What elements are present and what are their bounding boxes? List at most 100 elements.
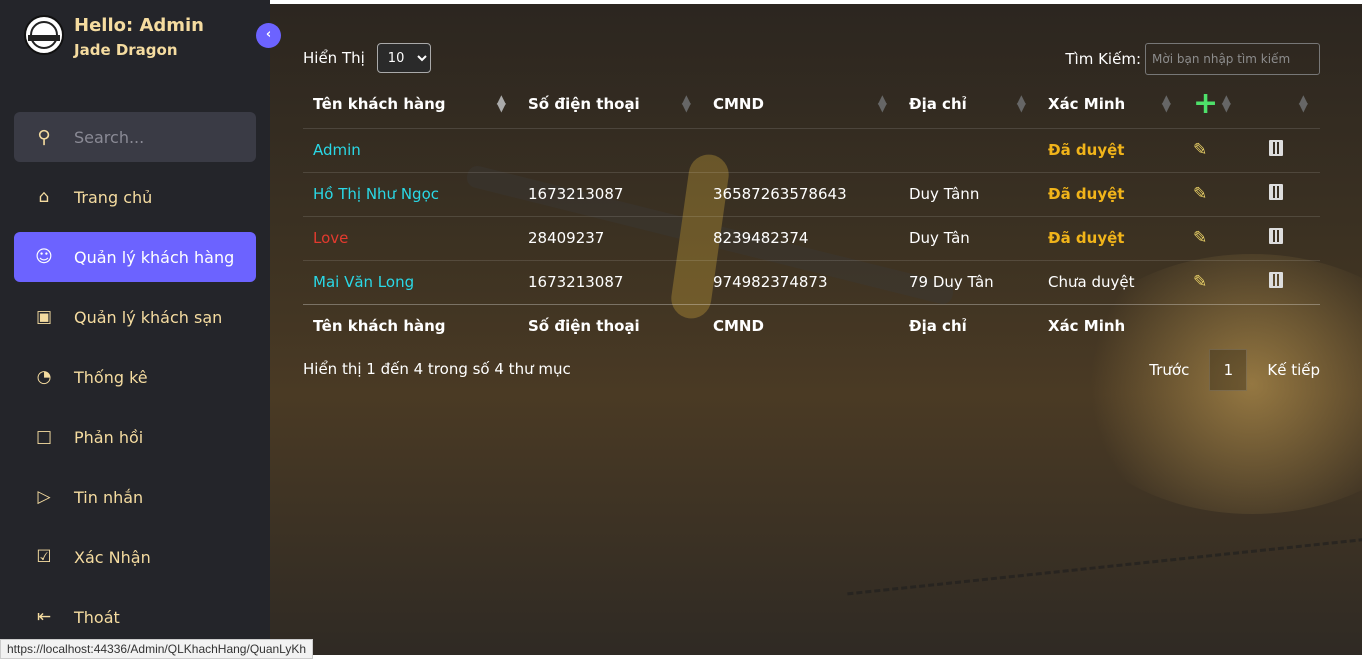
table-controls: Hiển Thị 10 Tìm Kiếm: xyxy=(303,43,1320,75)
sort-icon: ▲ ▼ xyxy=(681,92,691,114)
column-header-address[interactable]: Địa chỉ ▲ ▼ xyxy=(899,80,1038,128)
sidebar-item-label: Phản hồi xyxy=(74,427,144,447)
table-search: Tìm Kiếm: xyxy=(1065,43,1320,75)
table-row: Admin Đã duyệt ✎ xyxy=(303,127,1320,172)
table-row: Mai Văn Long 1673213087 974982374873 79 … xyxy=(303,259,1320,304)
home-icon: ⌂ xyxy=(38,187,50,207)
sidebar-item-phan-hoi[interactable]: □ Phản hồi xyxy=(14,412,256,462)
profile: Hello: Admin Jade Dragon xyxy=(24,15,204,63)
customer-address: Duy Tân xyxy=(899,215,1038,260)
column-header-verify[interactable]: Xác Minh ▲ ▼ xyxy=(1038,80,1183,128)
footer-header-phone: Số điện thoại xyxy=(518,303,703,348)
monitor-icon: ▣ xyxy=(35,307,53,327)
pagination-prev[interactable]: Trước xyxy=(1149,361,1189,379)
delete-trash-icon[interactable] xyxy=(1269,140,1283,156)
edit-cell: ✎ xyxy=(1183,171,1243,216)
verify-status: Đã duyệt xyxy=(1038,215,1183,260)
table-row: Hồ Thị Như Ngọc 1673213087 3658726357864… xyxy=(303,171,1320,216)
page-size-select[interactable]: 10 xyxy=(376,43,431,73)
sidebar-item-label: Quản lý khách hàng xyxy=(74,247,235,267)
customer-name[interactable]: Love xyxy=(303,215,518,260)
delete-cell xyxy=(1243,127,1320,172)
sort-icon: ▲ ▼ xyxy=(1016,92,1026,114)
page-size-control: Hiển Thị 10 xyxy=(303,43,431,73)
edit-pencil-icon[interactable]: ✎ xyxy=(1193,140,1207,160)
table-row: Love 28409237 8239482374 Duy Tân Đã duyệ… xyxy=(303,215,1320,260)
main-content: Hiển Thị 10 Tìm Kiếm: Tên khách hàng▲▼ S… xyxy=(270,4,1362,655)
footer-header-cmnd: CMND xyxy=(703,303,899,348)
add-customer-button[interactable]: + xyxy=(1193,86,1218,121)
verify-status: Đã duyệt xyxy=(1038,127,1183,172)
scrollbar[interactable] xyxy=(1362,0,1366,659)
delete-trash-icon[interactable] xyxy=(1269,184,1283,200)
profile-greeting: Hello: Admin xyxy=(74,15,204,36)
verify-status: Chưa duyệt xyxy=(1038,259,1183,304)
customer-address xyxy=(899,127,1038,172)
sidebar-item-xac-nhan[interactable]: ☑ Xác Nhận xyxy=(14,532,256,582)
sort-icon: ▲ ▼ xyxy=(1221,92,1231,114)
sidebar-search-input[interactable] xyxy=(74,127,244,147)
customer-name[interactable]: Admin xyxy=(303,127,518,172)
sidebar-item-label: Quản lý khách sạn xyxy=(74,307,223,327)
message-square-icon: □ xyxy=(35,427,53,447)
delete-cell xyxy=(1243,215,1320,260)
sort-icon: ▲ ▼ xyxy=(877,92,887,114)
table-search-input[interactable] xyxy=(1145,43,1320,75)
sidebar-item-thong-ke[interactable]: ◔ Thống kê xyxy=(14,352,256,402)
customer-phone xyxy=(518,127,703,172)
background-coastline xyxy=(847,538,1362,655)
log-out-icon: ⇤ xyxy=(36,607,52,627)
edit-cell: ✎ xyxy=(1183,127,1243,172)
edit-pencil-icon[interactable]: ✎ xyxy=(1193,272,1207,292)
sidebar-item-tin-nhan[interactable]: ▷ Tin nhắn xyxy=(14,472,256,522)
sidebar-search: ⚲ xyxy=(14,112,256,162)
footer-header-address: Địa chỉ xyxy=(899,303,1038,348)
delete-trash-icon[interactable] xyxy=(1269,272,1283,288)
customer-name[interactable]: Mai Văn Long xyxy=(303,259,518,304)
pagination-next[interactable]: Kế tiếp xyxy=(1267,361,1320,379)
customer-phone: 1673213087 xyxy=(518,259,703,304)
customer-name[interactable]: Hồ Thị Như Ngọc xyxy=(303,171,518,216)
customer-cmnd: 36587263578643 xyxy=(703,171,899,216)
sidebar-item-trang-chu[interactable]: ⌂ Trang chủ xyxy=(14,172,256,222)
pie-chart-icon: ◔ xyxy=(36,367,52,387)
customer-address: Duy Tânn xyxy=(899,171,1038,216)
column-header-cmnd[interactable]: CMND ▲ ▼ xyxy=(703,80,899,128)
customer-cmnd: 8239482374 xyxy=(703,215,899,260)
sort-icon: ▲ ▼ xyxy=(1298,92,1308,114)
sort-asc-icon: ▲ ▼ xyxy=(496,92,506,114)
sidebar-item-quan-ly-khach-hang[interactable]: ☺ Quản lý khách hàng xyxy=(14,232,256,282)
edit-cell: ✎ xyxy=(1183,259,1243,304)
user-x-icon: ☺ xyxy=(35,247,53,267)
send-icon: ▷ xyxy=(37,487,51,507)
pagination: Trước 1 Kế tiếp xyxy=(1149,349,1320,391)
footer-header-name: Tên khách hàng xyxy=(303,303,518,348)
profile-brand: Jade Dragon xyxy=(74,41,178,59)
edit-cell: ✎ xyxy=(1183,215,1243,260)
check-square-icon: ☑ xyxy=(36,547,52,567)
logo-icon xyxy=(24,15,64,55)
customer-table: Tên khách hàng ▲ ▼ Số điện thoại ▲ ▼ CMND ▲ ▼ … xyxy=(303,80,1320,348)
table-header-row: Tên khách hàng ▲ ▼ Số điện thoại ▲ ▼ CMND ▲ ▼ … xyxy=(303,80,1320,128)
sidebar: Hello: Admin Jade Dragon ⚲ ⌂ Trang chủ ☺… xyxy=(0,0,270,659)
column-header-add: + ▲ ▼ xyxy=(1183,80,1243,128)
delete-cell xyxy=(1243,171,1320,216)
table-info: Hiển thị 1 đến 4 trong số 4 thư mục xyxy=(303,360,571,378)
edit-pencil-icon[interactable]: ✎ xyxy=(1193,228,1207,248)
table-search-label: Tìm Kiếm: xyxy=(1065,50,1141,68)
pagination-page-1[interactable]: 1 xyxy=(1209,349,1248,391)
sidebar-item-label: Thoát xyxy=(74,607,120,627)
sidebar-item-thoat[interactable]: ⇤ Thoát xyxy=(14,592,256,642)
column-header-name[interactable]: Tên khách hàng ▲ ▼ xyxy=(303,80,518,128)
column-header-delete[interactable]: ▲ ▼ xyxy=(1243,80,1320,128)
sidebar-item-quan-ly-khach-san[interactable]: ▣ Quản lý khách sạn xyxy=(14,292,256,342)
edit-pencil-icon[interactable]: ✎ xyxy=(1193,184,1207,204)
customer-cmnd xyxy=(703,127,899,172)
table-footer-row: Tên khách hàng Số điện thoại CMND Địa ch… xyxy=(303,303,1320,348)
page-size-label: Hiển Thị xyxy=(303,49,365,67)
sidebar-nav: ⌂ Trang chủ ☺ Quản lý khách hàng ▣ Quản … xyxy=(14,172,256,652)
customer-cmnd: 974982374873 xyxy=(703,259,899,304)
delete-trash-icon[interactable] xyxy=(1269,228,1283,244)
sidebar-collapse-button[interactable]: ‹ xyxy=(256,23,281,48)
column-header-phone[interactable]: Số điện thoại ▲ ▼ xyxy=(518,80,703,128)
